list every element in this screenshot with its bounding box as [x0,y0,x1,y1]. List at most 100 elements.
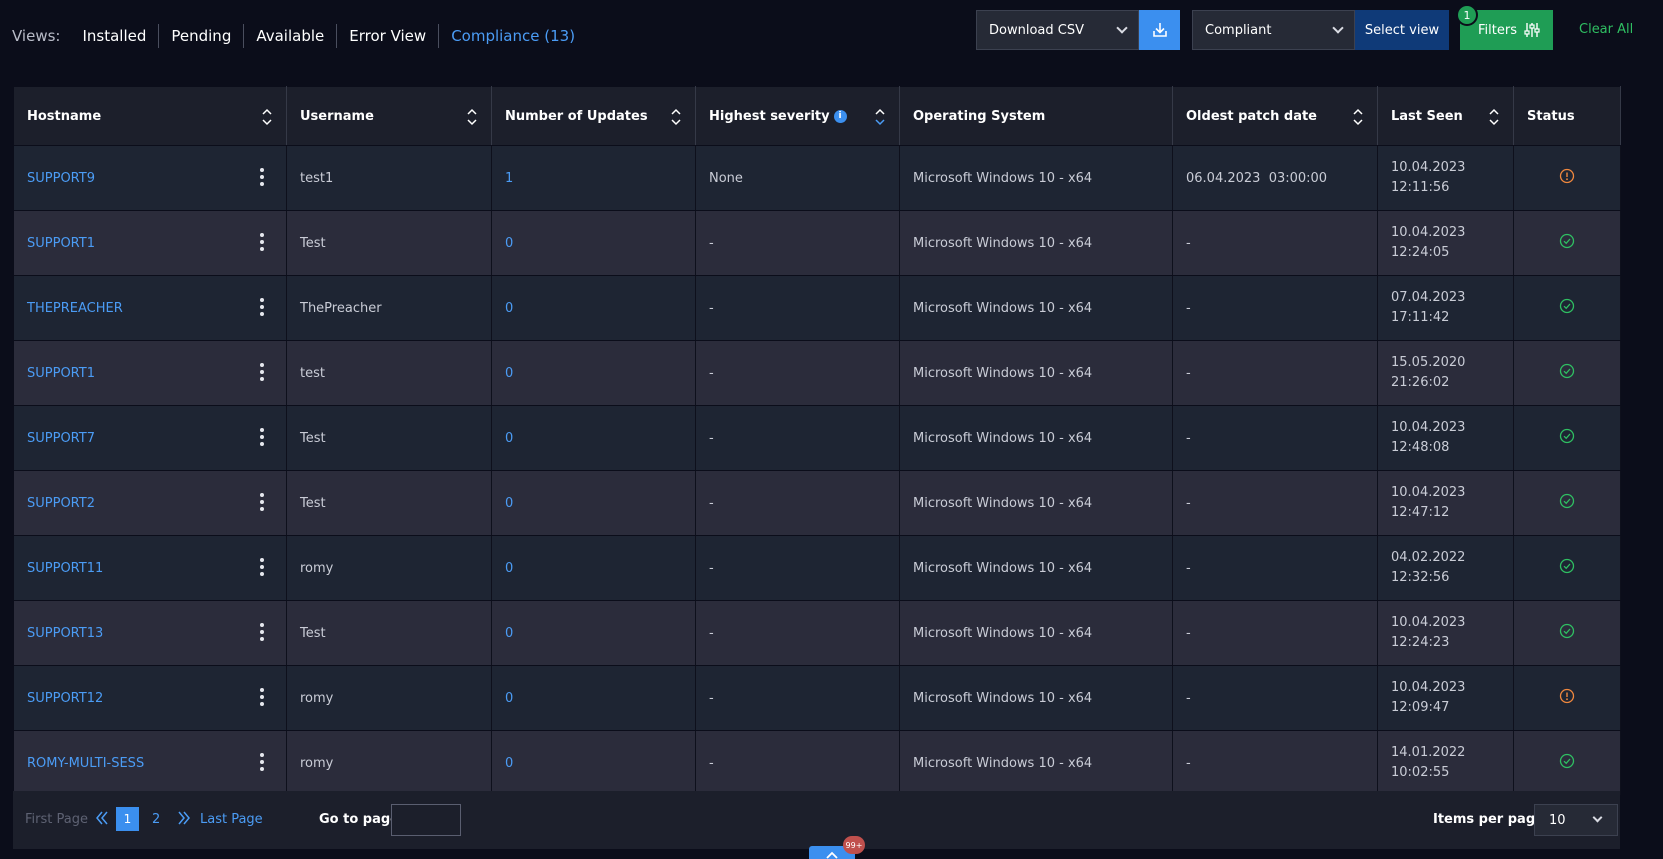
filters-button[interactable]: 1 Filters [1456,4,1553,50]
hostname-cell[interactable]: SUPPORT13 [13,600,287,666]
severity-cell: - [695,405,900,471]
more-options-icon[interactable] [260,623,264,641]
table-row: THEPREACHER ThePreacher 0- Microsoft Window… [13,275,1621,341]
info-icon[interactable]: i [833,109,847,123]
tab-error-view[interactable]: Error View [337,24,440,48]
sort-icon[interactable] [875,108,885,126]
notification-badge[interactable]: 99+ [843,836,865,854]
tab-compliance[interactable]: Compliance (13) [439,24,587,48]
tab-installed[interactable]: Installed [70,24,160,48]
username-cell: Test [286,470,492,536]
column-header-label: Username [300,108,374,124]
sort-icon[interactable] [671,108,681,126]
table-row: ROMY-MULTI-SESS romy 0- Microsoft Windows 1… [13,730,1621,796]
more-options-icon[interactable] [260,298,264,316]
updates-count[interactable]: 1 [491,145,696,211]
updates-count[interactable]: 0 [491,340,696,406]
oldest-patch-cell: - [1172,600,1378,666]
hostname-cell[interactable]: SUPPORT9 [13,145,287,211]
severity-cell: - [695,730,900,796]
hostname-cell[interactable]: SUPPORT12 [13,665,287,731]
last-seen-date: 14.01.2022 [1391,745,1466,760]
more-options-icon[interactable] [260,558,264,576]
views-label: Views: [12,27,61,45]
updates-count[interactable]: 0 [491,535,696,601]
more-options-icon[interactable] [260,363,264,381]
status-cell [1513,340,1621,406]
page-1-button[interactable]: 1 [116,807,139,831]
os-cell: Microsoft Windows 10 - x64 [899,730,1173,796]
select-view-button[interactable]: Select view [1355,10,1449,50]
more-options-icon[interactable] [260,233,264,251]
tab-available[interactable]: Available [244,24,338,48]
column-header-last-seen[interactable]: Last Seen [1377,86,1514,146]
last-page-link[interactable]: Last Page [200,812,263,827]
check-circle-icon [1559,428,1575,444]
last-seen-time: 12:47:12 [1391,505,1450,520]
download-csv-dropdown[interactable]: Download CSV [976,10,1139,50]
hostname-cell[interactable]: THEPREACHER [13,275,287,341]
hostname-link[interactable]: SUPPORT1 [27,366,95,381]
sort-icon[interactable] [1353,108,1363,126]
column-header-hostname[interactable]: Hostname [13,86,287,146]
status-cell [1513,405,1621,471]
updates-count[interactable]: 0 [491,405,696,471]
hostname-cell[interactable]: SUPPORT1 [13,210,287,276]
last-seen-date: 10.04.2023 [1391,225,1466,240]
clear-all-link[interactable]: Clear All [1579,22,1633,37]
sort-icon[interactable] [1489,108,1499,126]
hostname-link[interactable]: SUPPORT12 [27,691,103,706]
download-button[interactable] [1139,10,1180,50]
hostname-cell[interactable]: SUPPORT7 [13,405,287,471]
updates-count[interactable]: 0 [491,600,696,666]
column-header-updates[interactable]: Number of Updates [491,86,696,146]
column-header-severity[interactable]: Highest severity i [695,86,900,146]
check-circle-icon [1559,493,1575,509]
hostname-link[interactable]: SUPPORT2 [27,496,95,511]
page-2-button[interactable]: 2 [152,812,160,827]
more-options-icon[interactable] [260,753,264,771]
updates-count[interactable]: 0 [491,665,696,731]
hostname-link[interactable]: ROMY-MULTI-SESS [27,756,144,771]
last-seen-date: 07.04.2023 [1391,290,1466,305]
view-select-dropdown[interactable]: Compliant [1192,10,1355,50]
column-header-status: Status [1513,86,1621,146]
table-row: SUPPORT1 test 0- Microsoft Windows 10 - x64… [13,340,1621,406]
first-page-link[interactable]: First Page [25,812,88,827]
double-chevron-left-icon[interactable] [95,808,109,828]
last-seen-date: 10.04.2023 [1391,420,1466,435]
oldest-patch-cell: - [1172,340,1378,406]
go-to-page-input[interactable] [391,804,461,836]
double-chevron-right-icon[interactable] [177,808,191,828]
more-options-icon[interactable] [260,493,264,511]
updates-count[interactable]: 0 [491,470,696,536]
hostname-link[interactable]: SUPPORT7 [27,431,95,446]
hostname-link[interactable]: SUPPORT13 [27,626,103,641]
hostname-link[interactable]: THEPREACHER [27,301,123,316]
sort-icon[interactable] [467,108,477,126]
hostname-link[interactable]: SUPPORT11 [27,561,103,576]
hostname-cell[interactable]: ROMY-MULTI-SESS [13,730,287,796]
updates-count[interactable]: 0 [491,275,696,341]
more-options-icon[interactable] [260,428,264,446]
hostname-cell[interactable]: SUPPORT2 [13,470,287,536]
items-per-page-select[interactable]: 10 [1534,804,1618,836]
hostname-cell[interactable]: SUPPORT1 [13,340,287,406]
severity-cell: - [695,210,900,276]
os-cell: Microsoft Windows 10 - x64 [899,340,1173,406]
tab-pending[interactable]: Pending [159,24,245,48]
more-options-icon[interactable] [260,688,264,706]
updates-count[interactable]: 0 [491,730,696,796]
updates-count[interactable]: 0 [491,210,696,276]
hostname-link[interactable]: SUPPORT9 [27,171,95,186]
last-seen-cell: 10.04.2023 12:24:23 [1377,600,1514,666]
warning-circle-icon [1559,168,1575,184]
more-options-icon[interactable] [260,168,264,186]
hostname-cell[interactable]: SUPPORT11 [13,535,287,601]
hostname-link[interactable]: SUPPORT1 [27,236,95,251]
column-header-oldest-patch[interactable]: Oldest patch date [1172,86,1378,146]
sort-icon[interactable] [262,108,272,126]
last-seen-time: 12:48:08 [1391,440,1450,455]
last-seen-time: 12:24:05 [1391,245,1450,260]
column-header-username[interactable]: Username [286,86,492,146]
